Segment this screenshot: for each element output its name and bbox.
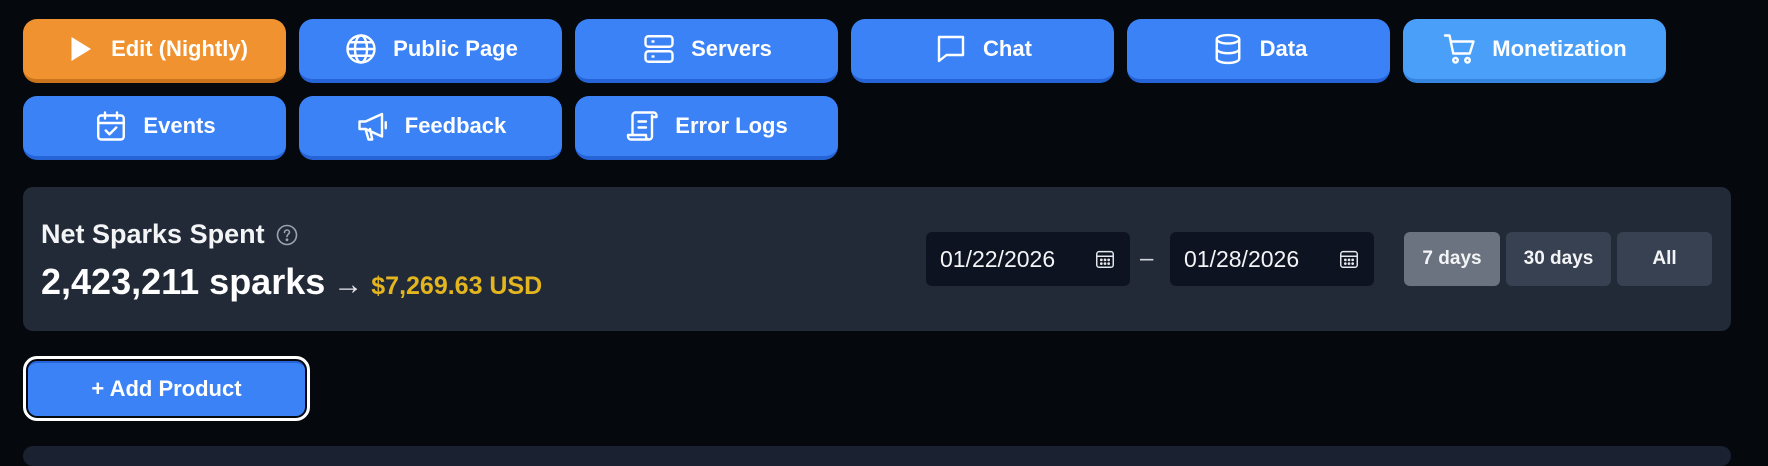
- start-date-value: 01/22/2026: [940, 245, 1056, 272]
- metric-header: Net Sparks Spent: [41, 219, 299, 250]
- monetization-label: Monetization: [1492, 36, 1627, 61]
- metric-title: Net Sparks Spent: [41, 219, 265, 249]
- edit-nightly-label: Edit (Nightly): [111, 36, 248, 61]
- edit-nightly-button[interactable]: Edit (Nightly): [23, 19, 286, 83]
- error-logs-label: Error Logs: [675, 113, 788, 138]
- feedback-button[interactable]: Feedback: [299, 96, 562, 160]
- sparks-total: 2,423,211 sparks: [41, 261, 326, 302]
- range-30-days-button[interactable]: 30 days: [1506, 232, 1611, 286]
- chat-label: Chat: [983, 36, 1032, 61]
- servers-button[interactable]: Servers: [575, 19, 838, 83]
- servers-label: Servers: [691, 36, 772, 61]
- start-date-input[interactable]: 01/22/2026: [926, 232, 1130, 286]
- top-nav: Edit (Nightly) Public Page Servers Chat: [23, 19, 1666, 160]
- calendar-icon[interactable]: [1094, 248, 1116, 270]
- sparks-summary-panel: Net Sparks Spent 2,423,211 sparks → $7,2…: [23, 187, 1731, 331]
- calendar-icon[interactable]: [1338, 248, 1360, 270]
- end-date-value: 01/28/2026: [1184, 245, 1300, 272]
- date-range-separator: –: [1140, 245, 1154, 272]
- error-logs-button[interactable]: Error Logs: [575, 96, 838, 160]
- database-icon: [1215, 33, 1241, 65]
- data-button[interactable]: Data: [1127, 19, 1390, 83]
- end-date-input[interactable]: 01/28/2026: [1170, 232, 1374, 286]
- products-panel: [23, 446, 1731, 466]
- usd-total: $7,269.63 USD: [371, 272, 543, 300]
- megaphone-icon: [358, 112, 387, 141]
- events-button[interactable]: Events: [23, 96, 286, 160]
- conversion-arrow: →: [333, 268, 364, 301]
- public-page-label: Public Page: [393, 36, 518, 61]
- server-icon: [644, 35, 674, 63]
- events-label: Events: [143, 113, 216, 138]
- feedback-label: Feedback: [404, 113, 507, 138]
- scroll-icon: [627, 111, 658, 141]
- metric-value: 2,423,211 sparks → $7,269.63 USD: [41, 261, 542, 303]
- add-product-button[interactable]: + Add Product: [23, 356, 310, 421]
- data-label: Data: [1259, 36, 1308, 61]
- calendar-check-icon: [97, 111, 126, 141]
- question-circle-icon[interactable]: [275, 223, 299, 247]
- chat-bubble-icon: [937, 35, 965, 63]
- public-page-button[interactable]: Public Page: [299, 19, 562, 83]
- range-7-days-button[interactable]: 7 days: [1404, 232, 1500, 286]
- cart-icon: [1444, 34, 1475, 64]
- monetization-button[interactable]: Monetization: [1403, 19, 1666, 83]
- play-icon: [71, 37, 92, 61]
- range-all-button[interactable]: All: [1617, 232, 1712, 286]
- globe-icon: [346, 34, 376, 64]
- chat-button[interactable]: Chat: [851, 19, 1114, 83]
